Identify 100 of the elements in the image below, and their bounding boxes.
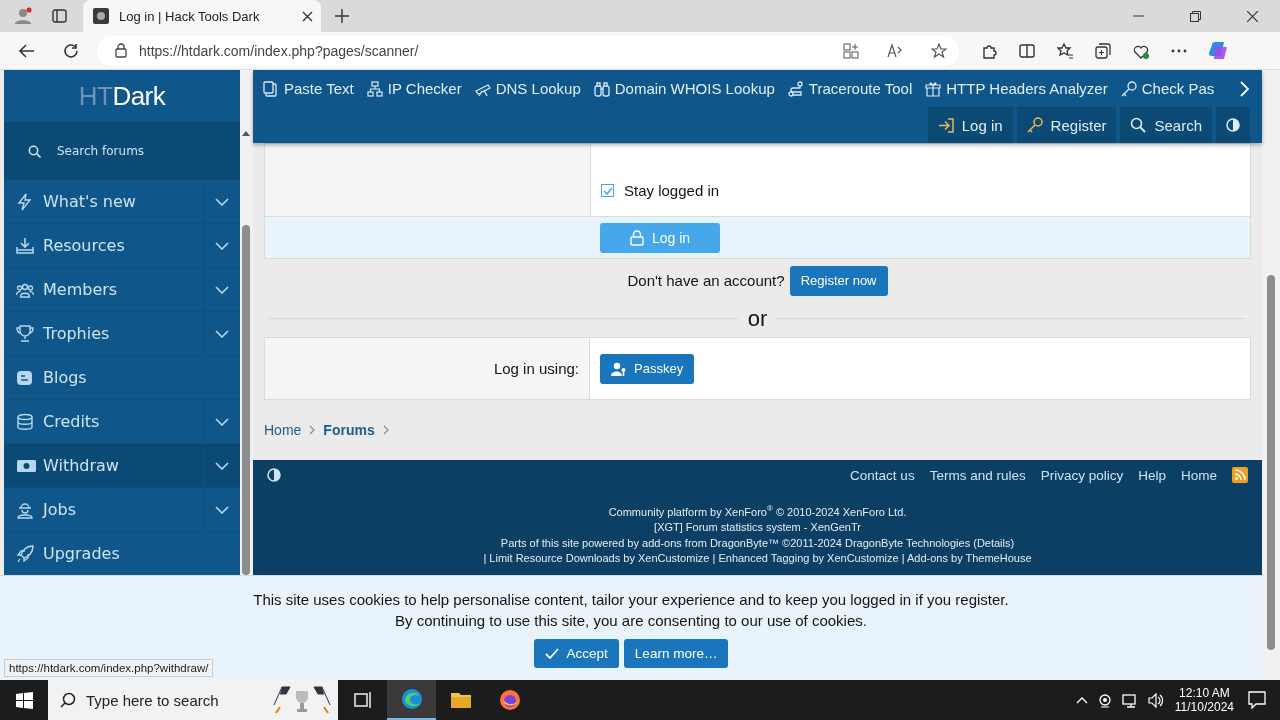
scrollbar[interactable]	[240, 70, 253, 575]
box-icon	[925, 80, 942, 97]
chevron-right-icon	[309, 425, 316, 436]
header-link[interactable]: Register	[1016, 107, 1117, 143]
style-toggle[interactable]	[1216, 107, 1250, 143]
nav-link[interactable]: IP Checker	[366, 80, 462, 97]
taskbar-app[interactable]	[387, 680, 436, 720]
chevron-down-icon	[215, 197, 229, 206]
split-screen-icon[interactable]	[1019, 42, 1035, 59]
profile-icon[interactable]	[14, 7, 32, 25]
stay-logged-in-checkbox[interactable]: Stay logged in	[601, 182, 720, 199]
contrast-icon[interactable]	[267, 468, 281, 482]
scroll-up-icon[interactable]	[242, 130, 250, 136]
footer-link[interactable]: Contact us	[850, 467, 915, 483]
footer-link[interactable]: Privacy policy	[1040, 467, 1124, 483]
nav-link[interactable]: Paste Text	[263, 80, 354, 97]
nav-link[interactable]: Domain WHOIS Lookup	[593, 80, 775, 97]
nav-link[interactable]: DNS Lookup	[474, 80, 581, 97]
key-icon	[1120, 80, 1137, 97]
refresh-icon[interactable]	[63, 42, 79, 59]
chevron-down-icon	[215, 241, 229, 250]
chevron-down-icon	[215, 285, 229, 294]
sidebar-item[interactable]: Withdraw	[4, 443, 240, 487]
lock-icon	[115, 43, 127, 58]
divider-label: or	[747, 305, 768, 332]
route-icon	[787, 80, 804, 97]
network-icon	[366, 80, 383, 97]
key-icon	[1026, 117, 1043, 133]
footer-link[interactable]: Home	[1181, 467, 1217, 483]
passkey-button[interactable]: Passkey	[600, 353, 695, 384]
user-key-icon	[611, 361, 626, 376]
nav-link[interactable]: HTTP Headers Analyzer	[925, 80, 1108, 97]
cookie-text: This site uses cookies to help personalise content, tailor your experience and to keep you logged in if you register.	[253, 590, 1009, 610]
tab-actions-icon[interactable]	[52, 9, 67, 23]
webcam-icon[interactable]	[1097, 692, 1112, 708]
volume-icon[interactable]	[1147, 692, 1163, 708]
task-view-icon	[353, 691, 372, 709]
chevron-right-icon[interactable]	[1240, 80, 1249, 97]
chevron-right-icon	[382, 425, 389, 436]
copyright-text: Parts of this site powered by add-ons from DragonByte™ ©2011-2024 DragonByte Technologies (Details)	[499, 535, 1016, 551]
chevron-down-icon	[215, 505, 229, 514]
scrollbar[interactable]	[1262, 70, 1280, 680]
notifications-icon[interactable]	[1248, 691, 1266, 709]
copyright-text: [XGT] Forum statistics system - XenGenTr	[653, 520, 862, 536]
address-field[interactable]: https://htdark.com/index.php?pages/scanner/	[97, 35, 959, 66]
close-icon[interactable]	[302, 10, 313, 22]
rss-icon[interactable]	[1232, 467, 1248, 483]
sign-in-icon	[937, 117, 954, 133]
header-link[interactable]: Log in	[927, 107, 1013, 143]
learn-more-button[interactable]: Learn more…	[623, 639, 729, 668]
copilot-icon[interactable]	[1209, 40, 1229, 61]
sidebar-item[interactable]: Resources	[4, 223, 240, 267]
header-link[interactable]: Search	[1120, 107, 1212, 143]
restore-icon[interactable]	[1190, 10, 1201, 22]
sidebar-item[interactable]: Trophies	[4, 311, 240, 355]
breadcrumb-link[interactable]: Forums	[323, 422, 375, 439]
favorites-icon[interactable]	[1057, 42, 1073, 59]
sidebar-item[interactable]: Jobs	[4, 487, 240, 531]
sidebar-item[interactable]: Members	[4, 267, 240, 311]
back-icon[interactable]	[18, 42, 35, 59]
apps-icon[interactable]	[843, 42, 859, 59]
status-url: https://htdark.com/index.php?withdraw/	[4, 659, 214, 677]
chevron-down-icon	[215, 461, 229, 470]
network-icon[interactable]	[1121, 692, 1138, 708]
chevron-down-icon	[215, 417, 229, 426]
browser-tab[interactable]: Log in | Hack Tools Dark	[83, 0, 321, 32]
nav-link[interactable]: Check Pas	[1120, 80, 1215, 97]
footer-link[interactable]: Terms and rules	[929, 467, 1026, 483]
sidebar-item[interactable]: Blogs	[4, 355, 240, 399]
close-icon[interactable]	[1247, 10, 1258, 22]
accept-button[interactable]: Accept	[533, 639, 619, 668]
scrollbar-thumb[interactable]	[1267, 275, 1275, 650]
puzzle-icon[interactable]	[981, 42, 997, 59]
new-tab-icon[interactable]	[335, 9, 349, 23]
star-icon[interactable]	[931, 42, 947, 59]
register-button[interactable]: Register now	[789, 265, 888, 296]
search-icon	[60, 692, 76, 708]
collections-icon[interactable]	[1095, 42, 1111, 59]
lock-icon	[629, 229, 644, 246]
cookie-text: By continuing to use this site, you are consenting to our use of cookies.	[395, 611, 867, 631]
rocket-icon	[16, 544, 37, 563]
chevron-up-icon[interactable]	[1075, 695, 1088, 705]
checkmark-icon	[544, 648, 559, 659]
clock[interactable]: 12:10 AM 11/10/2024	[1174, 686, 1234, 714]
site-logo[interactable]: HTDark	[4, 70, 240, 122]
scrollbar-thumb[interactable]	[242, 225, 250, 575]
read-aloud-icon[interactable]	[887, 42, 903, 59]
breadcrumb-link[interactable]: Home	[264, 422, 302, 439]
chevron-down-icon	[215, 329, 229, 338]
search-field[interactable]: Type here to search	[48, 680, 338, 720]
download-tray-icon	[16, 236, 37, 255]
contrast-icon	[1226, 118, 1240, 132]
copyright-text: | Limit Resource Downloads by XenCustomize | Enhanced Tagging by XenCustomize | Add-ons by ThemeHouse	[482, 551, 1033, 567]
register-prompt: Don't have an account?	[627, 272, 785, 290]
footer-link[interactable]: Help	[1138, 467, 1166, 483]
checkmark-icon	[602, 186, 613, 195]
windows-start-icon[interactable]	[16, 691, 33, 709]
clipboard-icon	[263, 80, 279, 97]
trophy-flags-drawing	[272, 685, 332, 715]
nav-link[interactable]: Traceroute Tool	[787, 80, 913, 97]
